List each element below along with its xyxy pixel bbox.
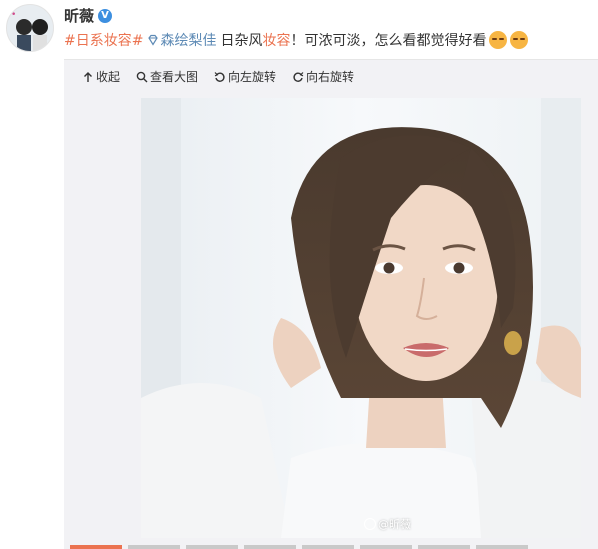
thumbnail[interactable]: [360, 545, 412, 549]
super-topic-link[interactable]: 森绘梨佳: [147, 30, 216, 50]
media-toolbar: 收起 查看大图 向左旋转 向右旋转: [82, 68, 354, 85]
watermark-text: @昕薇: [378, 518, 411, 531]
rotate-left-icon: [214, 71, 225, 82]
portrait-illustration: [141, 98, 581, 538]
search-icon: [136, 71, 148, 82]
rotate-right-button[interactable]: 向右旋转: [292, 68, 354, 85]
username[interactable]: 昕薇 V: [64, 5, 113, 26]
collapse-icon: [84, 71, 92, 82]
collapse-label: 收起: [96, 70, 121, 84]
view-large-label: 查看大图: [150, 70, 199, 84]
post-text-part2: ！可浓可淡，怎么看都觉得好看: [290, 33, 487, 49]
media-box: 收起 查看大图 向左旋转 向右旋转 @昕薇: [64, 59, 598, 549]
post-photo[interactable]: @昕薇: [141, 98, 581, 538]
thumbnail[interactable]: [128, 545, 180, 549]
thumbnail-strip: [64, 545, 598, 549]
super-topic-text: 森绘梨佳: [160, 33, 217, 49]
post-text-highlight[interactable]: 妆容: [262, 30, 290, 50]
emoji-icon: [489, 31, 508, 49]
thumbnail[interactable]: [70, 545, 122, 549]
thumbnail[interactable]: [244, 545, 296, 549]
rotate-left-label: 向左旋转: [228, 70, 277, 84]
image-watermark: @昕薇: [364, 516, 411, 532]
topic-link[interactable]: #日系妆容#: [64, 30, 143, 50]
thumbnail[interactable]: [418, 545, 470, 549]
thumbnail[interactable]: [476, 545, 528, 549]
rotate-left-button[interactable]: 向左旋转: [214, 68, 276, 85]
diamond-icon: [148, 34, 159, 46]
post-text: #日系妆容# 森绘梨佳 日杂风 妆容 ！可浓可淡，怎么看都觉得好看: [64, 30, 529, 50]
emoji-icon: [510, 31, 529, 49]
username-text[interactable]: 昕薇: [64, 5, 94, 26]
collapse-button[interactable]: 收起: [82, 68, 120, 85]
rotate-right-label: 向右旋转: [306, 70, 355, 84]
view-large-button[interactable]: 查看大图: [136, 68, 198, 85]
weibo-logo-icon: [364, 518, 376, 530]
thumbnail[interactable]: [186, 545, 238, 549]
thumbnail[interactable]: [302, 545, 354, 549]
rotate-right-icon: [293, 71, 304, 82]
svg-text:•: •: [11, 10, 16, 20]
post-text-part1: 日杂风: [220, 33, 263, 49]
verified-badge-icon: V: [98, 8, 113, 23]
avatar[interactable]: •: [6, 4, 54, 52]
